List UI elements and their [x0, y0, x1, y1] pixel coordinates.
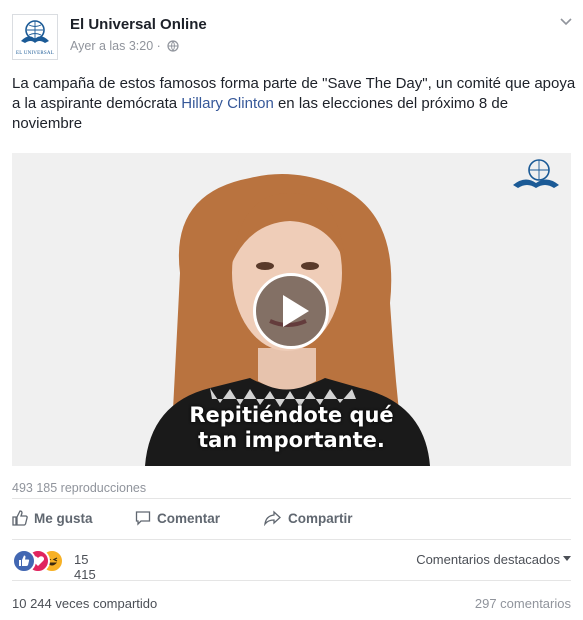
post-header: EL UNIVERSAL El Universal Online Ayer a … — [12, 12, 572, 62]
action-bar: Me gusta Comentar Compartir — [12, 498, 571, 540]
like-label: Me gusta — [34, 511, 93, 526]
timestamp-text: Ayer a las 3:20 · — [70, 39, 161, 53]
caret-down-icon — [563, 556, 571, 561]
like-button[interactable]: Me gusta — [12, 510, 93, 526]
video-caption-line1: Repitiéndote qué — [189, 403, 394, 427]
el-universal-logo — [21, 20, 49, 43]
post-timestamp[interactable]: Ayer a las 3:20 · — [70, 39, 179, 53]
comment-icon — [135, 511, 151, 526]
divider — [12, 580, 571, 581]
video-player[interactable]: Repitiéndote qué tan importante. — [12, 153, 571, 466]
watermark-logo-icon — [513, 159, 559, 188]
share-label: Compartir — [288, 511, 353, 526]
comment-button[interactable]: Comentar — [135, 510, 220, 526]
like-reaction-icon — [12, 549, 36, 573]
globe-icon — [167, 40, 179, 52]
share-count[interactable]: 10 244 veces compartido — [12, 596, 157, 611]
chevron-down-icon[interactable] — [560, 18, 572, 26]
featured-comments-dropdown[interactable]: Comentarios destacados — [416, 552, 571, 567]
video-caption-line2: tan importante. — [198, 428, 385, 452]
hillary-clinton-link[interactable]: Hillary Clinton — [181, 95, 274, 112]
thumbs-up-icon — [12, 510, 28, 526]
play-button[interactable] — [253, 273, 329, 349]
post-message: La campaña de estos famosos forma parte … — [12, 74, 577, 134]
facebook-post: EL UNIVERSAL El Universal Online Ayer a … — [0, 0, 583, 620]
featured-comments-label: Comentarios destacados — [416, 552, 560, 567]
comment-count[interactable]: 297 comentarios — [475, 596, 571, 611]
share-button[interactable]: Compartir — [264, 510, 353, 527]
comment-label: Comentar — [157, 511, 221, 526]
page-name[interactable]: El Universal Online — [70, 16, 207, 33]
logo-text: EL UNIVERSAL — [16, 51, 54, 56]
view-count: 493 185 reproducciones — [12, 481, 147, 495]
page-avatar[interactable]: EL UNIVERSAL — [12, 14, 58, 60]
share-arrow-icon — [264, 510, 281, 527]
play-icon — [283, 295, 309, 327]
reactions-count: 15 415 — [74, 552, 96, 582]
